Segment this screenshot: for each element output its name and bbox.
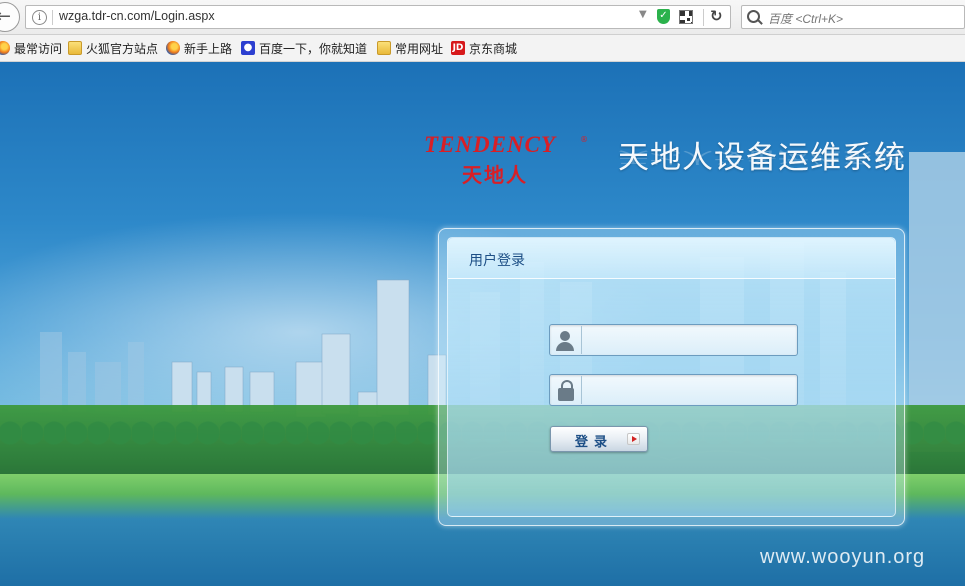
reload-icon[interactable]: ↻: [710, 7, 723, 25]
bookmark-getting-started[interactable]: 新手上路: [166, 39, 232, 57]
brand-logo-text: TENDENCY: [424, 132, 556, 157]
bookmark-most-visited[interactable]: 最常访问: [0, 39, 62, 57]
login-page: TENDENCY ® 天地人 天地人设备运维系统 天地人设备运维系统 用户登录: [0, 62, 965, 586]
qr-code-icon[interactable]: [679, 10, 693, 24]
browser-toolbar: ← i wzga.tdr-cn.com/Login.aspx ▼ ✓ ↻ 百度 …: [0, 0, 965, 35]
address-bar[interactable]: i wzga.tdr-cn.com/Login.aspx ▼ ✓ ↻: [25, 5, 731, 29]
info-icon[interactable]: i: [32, 10, 47, 25]
separator: [703, 9, 704, 26]
user-icon: [551, 326, 582, 354]
bookmarks-bar: 最常访问 火狐官方站点 新手上路 ● 百度一下，你就知道 常用网址 JD 京东商…: [0, 35, 965, 62]
watermark: www.wooyun.org: [760, 546, 926, 568]
system-title-reflection: 天地人设备运维系统: [618, 148, 906, 166]
search-icon[interactable]: [747, 10, 760, 23]
jd-icon: JD: [451, 41, 465, 55]
password-input[interactable]: [586, 378, 790, 404]
login-panel: 用户登录 登录: [438, 228, 905, 526]
shield-icon[interactable]: ✓: [657, 9, 670, 24]
bookmark-common-sites[interactable]: 常用网址: [377, 39, 443, 57]
bookmark-label: 京东商城: [469, 41, 518, 56]
brand-logo-chinese: 天地人: [462, 163, 528, 187]
bookmark-label: 百度一下，你就知道: [259, 41, 368, 56]
login-header: 用户登录: [448, 238, 895, 279]
username-input[interactable]: [586, 328, 790, 354]
firefox-icon: [0, 41, 10, 55]
bookmark-jd[interactable]: JD 京东商城: [451, 39, 517, 57]
bookmark-baidu[interactable]: ● 百度一下，你就知道: [241, 39, 367, 57]
firefox-icon: [166, 41, 180, 55]
bookmark-label: 火狐官方站点: [86, 41, 159, 56]
bookmark-label: 新手上路: [184, 41, 233, 56]
folder-icon: [68, 41, 82, 55]
login-button[interactable]: 登录: [550, 426, 648, 452]
bookmark-firefox-official[interactable]: 火狐官方站点: [68, 39, 158, 57]
login-title: 用户登录: [469, 253, 525, 269]
username-field[interactable]: [549, 324, 798, 356]
search-placeholder[interactable]: 百度 <Ctrl+K>: [768, 10, 843, 27]
back-arrow-icon[interactable]: ←: [0, 2, 20, 32]
dropdown-arrow-icon[interactable]: ▼: [639, 9, 647, 20]
bookmark-label: 常用网址: [395, 41, 444, 56]
password-field[interactable]: [549, 374, 798, 406]
login-button-label: 登录: [575, 435, 614, 450]
folder-icon: [377, 41, 391, 55]
lock-icon: [551, 376, 582, 404]
login-panel-inner: 用户登录 登录: [447, 237, 896, 517]
arrow-right-icon: [627, 433, 640, 445]
registered-mark: ®: [580, 135, 588, 144]
separator: [52, 10, 53, 25]
search-bar[interactable]: 百度 <Ctrl+K>: [741, 5, 965, 29]
baidu-paw-icon: ●: [241, 41, 255, 55]
bookmark-label: 最常访问: [14, 41, 63, 56]
url-text[interactable]: wzga.tdr-cn.com/Login.aspx: [59, 9, 215, 23]
